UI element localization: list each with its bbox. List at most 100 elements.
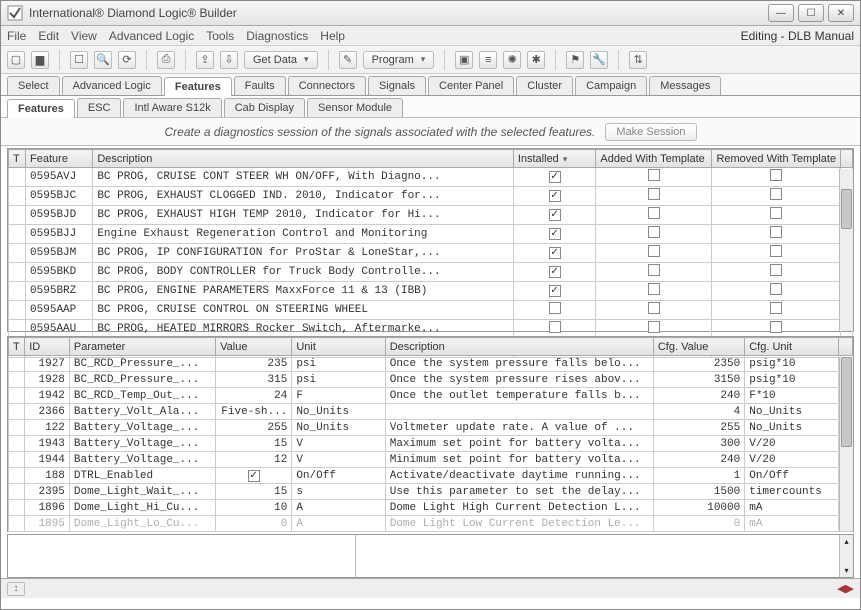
menu-diagnostics[interactable]: Diagnostics	[246, 29, 308, 43]
removed-checkbox[interactable]	[712, 263, 841, 282]
param-value-checkbox[interactable]	[216, 468, 292, 484]
col-removed-template[interactable]: Removed With Template	[712, 150, 841, 168]
added-checkbox[interactable]	[596, 263, 712, 282]
removed-checkbox[interactable]	[712, 187, 841, 206]
parameters-scrollbar[interactable]	[839, 357, 853, 531]
sync-icon[interactable]: ⇅	[629, 51, 647, 69]
installed-checkbox[interactable]	[513, 244, 596, 263]
col-installed[interactable]: Installed	[513, 150, 596, 168]
removed-checkbox[interactable]	[712, 301, 841, 320]
download-icon[interactable]: ⇩	[220, 51, 238, 69]
table-row[interactable]: 1896Dome_Light_Hi_Cu...10ADome Light Hig…	[9, 500, 853, 516]
table-row[interactable]: 188DTRL_EnabledOn/OffActivate/deactivate…	[9, 468, 853, 484]
output-scrollbar[interactable]: ▴ ▾	[839, 535, 853, 577]
open-icon[interactable]: ▆	[31, 51, 49, 69]
tab-features[interactable]: Features	[164, 77, 232, 96]
table-row[interactable]: 1943Battery_Voltage_...15VMaximum set po…	[9, 436, 853, 452]
col-added-template[interactable]: Added With Template	[596, 150, 712, 168]
menu-view[interactable]: View	[71, 29, 97, 43]
added-checkbox[interactable]	[596, 282, 712, 301]
parameters-grid[interactable]: T ID Parameter Value Unit Description Cf…	[7, 336, 854, 532]
table-row[interactable]: 2395Dome_Light_Wait_...15sUse this param…	[9, 484, 853, 500]
removed-checkbox[interactable]	[712, 244, 841, 263]
maximize-button[interactable]: ☐	[798, 4, 824, 22]
removed-checkbox[interactable]	[712, 282, 841, 301]
table-row[interactable]: 2366Battery_Volt_Ala...Five-sh...No_Unit…	[9, 404, 853, 420]
table-row[interactable]: 122Battery_Voltage_...255No_UnitsVoltmet…	[9, 420, 853, 436]
added-checkbox[interactable]	[596, 301, 712, 320]
col2-description[interactable]: Description	[385, 338, 653, 356]
tab-advanced-logic[interactable]: Advanced Logic	[62, 76, 162, 95]
installed-checkbox[interactable]	[513, 187, 596, 206]
col2-id[interactable]: ID	[25, 338, 70, 356]
param-value[interactable]: 315	[216, 372, 292, 388]
subtab-esc[interactable]: ESC	[77, 98, 122, 117]
gear-icon[interactable]: ✺	[503, 51, 521, 69]
col2-cfg-unit[interactable]: Cfg. Unit	[745, 338, 838, 356]
table-row[interactable]: 0595BJDBC PROG, EXHAUST HIGH TEMP 2010, …	[9, 206, 853, 225]
wrench-icon[interactable]: 🔧	[590, 51, 608, 69]
upload-icon[interactable]: ⇪	[196, 51, 214, 69]
table-row[interactable]: 0595AVJBC PROG, CRUISE CONT STEER WH ON/…	[9, 168, 853, 187]
param-value[interactable]: 15	[216, 436, 292, 452]
param-value[interactable]: 255	[216, 420, 292, 436]
table-row[interactable]: 0595AAPBC PROG, CRUISE CONTROL ON STEERI…	[9, 301, 853, 320]
col-description[interactable]: Description	[93, 150, 514, 168]
installed-checkbox[interactable]	[513, 168, 596, 187]
menu-tools[interactable]: Tools	[206, 29, 234, 43]
make-session-button[interactable]: Make Session	[605, 123, 696, 141]
installed-checkbox[interactable]	[513, 206, 596, 225]
menu-advanced-logic[interactable]: Advanced Logic	[109, 29, 194, 43]
param-value[interactable]: 12	[216, 452, 292, 468]
tab-faults[interactable]: Faults	[234, 76, 286, 95]
program-button[interactable]: Program	[363, 51, 435, 69]
installed-checkbox[interactable]	[513, 282, 596, 301]
table-row[interactable]: 0595BKDBC PROG, BODY CONTROLLER for Truc…	[9, 263, 853, 282]
param-value[interactable]: 0	[216, 516, 292, 532]
table-row[interactable]: 0595BRZBC PROG, ENGINE PARAMETERS MaxxFo…	[9, 282, 853, 301]
installed-checkbox[interactable]	[513, 263, 596, 282]
tab-signals[interactable]: Signals	[368, 76, 426, 95]
tab-select[interactable]: Select	[7, 76, 60, 95]
param-value[interactable]: 15	[216, 484, 292, 500]
get-data-button[interactable]: Get Data	[244, 51, 318, 69]
table-row[interactable]: 0595BJCBC PROG, EXHAUST CLOGGED IND. 201…	[9, 187, 853, 206]
view1-icon[interactable]: ▣	[455, 51, 473, 69]
added-checkbox[interactable]	[596, 206, 712, 225]
removed-checkbox[interactable]	[712, 168, 841, 187]
status-indicator-icon[interactable]: ↕	[7, 582, 25, 596]
tab-campaign[interactable]: Campaign	[575, 76, 647, 95]
table-row[interactable]: 1927BC_RCD_Pressure_...235psiOnce the sy…	[9, 356, 853, 372]
param-value[interactable]: Five-sh...	[216, 404, 292, 420]
param-value[interactable]: 10	[216, 500, 292, 516]
added-checkbox[interactable]	[596, 187, 712, 206]
added-checkbox[interactable]	[596, 244, 712, 263]
col2-unit[interactable]: Unit	[292, 338, 385, 356]
menu-help[interactable]: Help	[320, 29, 345, 43]
close-button[interactable]: ✕	[828, 4, 854, 22]
bug-icon[interactable]: ✱	[527, 51, 545, 69]
added-checkbox[interactable]	[596, 168, 712, 187]
search-icon[interactable]: 🔍	[94, 51, 112, 69]
col2-value[interactable]: Value	[216, 338, 292, 356]
new-icon[interactable]: ▢	[7, 51, 25, 69]
tab-cluster[interactable]: Cluster	[516, 76, 573, 95]
menu-file[interactable]: File	[7, 29, 26, 43]
table-row[interactable]: 0595BJJEngine Exhaust Regeneration Contr…	[9, 225, 853, 244]
installed-checkbox[interactable]	[513, 301, 596, 320]
tab-connectors[interactable]: Connectors	[288, 76, 366, 95]
view2-icon[interactable]: ≡	[479, 51, 497, 69]
refresh-icon[interactable]: ⟳	[118, 51, 136, 69]
col2-t[interactable]: T	[9, 338, 25, 356]
removed-checkbox[interactable]	[712, 225, 841, 244]
table-row[interactable]: 1942BC_RCD_Temp_Out_...24FOnce the outle…	[9, 388, 853, 404]
param-value[interactable]: 24	[216, 388, 292, 404]
col-feature[interactable]: Feature	[26, 150, 93, 168]
minimize-button[interactable]: ―	[768, 4, 794, 22]
print-icon[interactable]: ⎙	[157, 51, 175, 69]
flag-icon[interactable]: ⚑	[566, 51, 584, 69]
table-row[interactable]: 1928BC_RCD_Pressure_...315psiOnce the sy…	[9, 372, 853, 388]
removed-checkbox[interactable]	[712, 206, 841, 225]
param-value[interactable]: 235	[216, 356, 292, 372]
tab-messages[interactable]: Messages	[649, 76, 721, 95]
